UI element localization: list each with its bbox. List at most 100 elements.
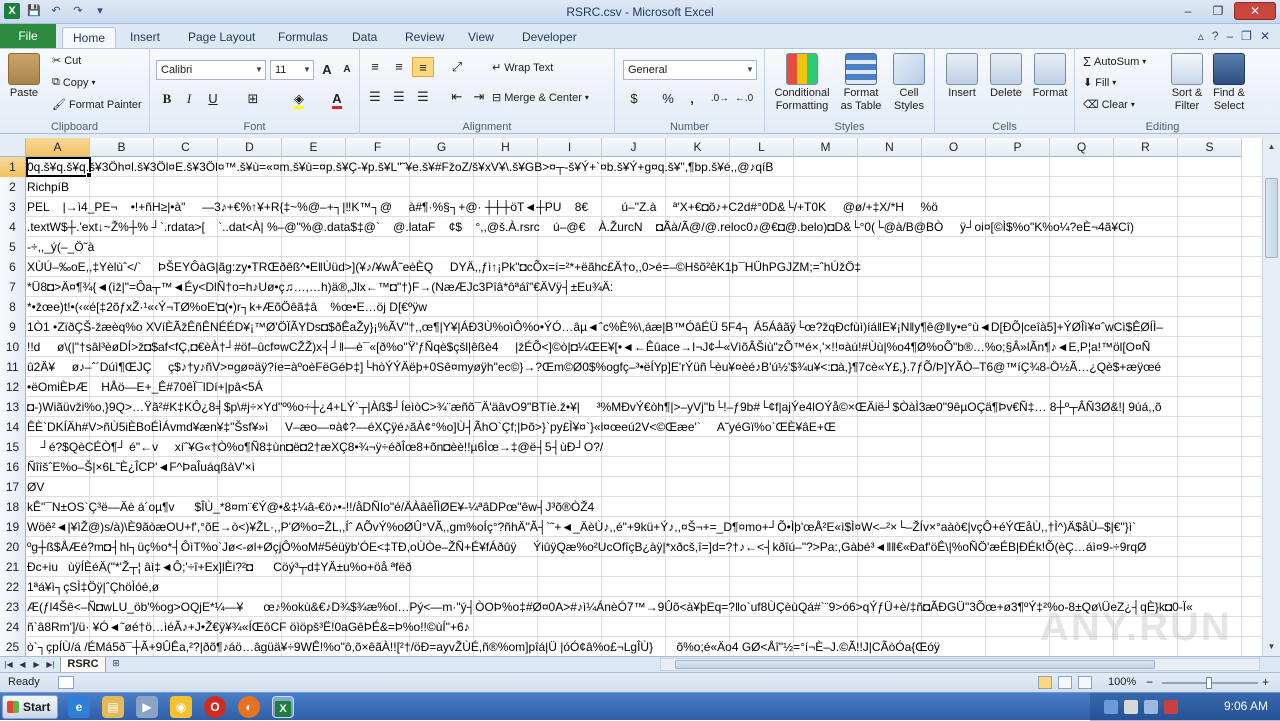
row-header[interactable]: 10 [0, 337, 26, 357]
page-layout-view-icon[interactable] [1058, 676, 1072, 689]
restore-button[interactable]: ❐ [1204, 2, 1232, 20]
grow-font-button[interactable]: A [316, 60, 338, 80]
tab-review[interactable]: Review [395, 27, 454, 48]
column-header-k[interactable]: K [666, 138, 730, 157]
orientation-icon[interactable]: ⤢ [446, 57, 468, 77]
cell-a[interactable]: Æ(ƒl4Šê<–Ñ◘wLU_öb'%og>OQjE*¼—¥ œ♪%okù&€♪… [27, 597, 1193, 617]
excel-taskbar-icon[interactable]: X [272, 696, 294, 718]
cell-a[interactable]: ◘-)Wiãüvži%o,}9Q>…Ÿã²#K‡KÔ¿8╡$p\#j÷×Yd"º… [27, 397, 1162, 417]
media-icon[interactable]: ▶ [136, 696, 158, 718]
fill-color-icon[interactable]: ◈ [288, 89, 310, 109]
borders-icon[interactable]: ⊞ [242, 89, 264, 109]
horizontal-scrollbar[interactable] [660, 658, 1260, 671]
align-center-icon[interactable]: ☰ [388, 87, 410, 107]
align-left-icon[interactable]: ☰ [364, 87, 386, 107]
spreadsheet-grid[interactable]: ABCDEFGHIJKLMNOPQRS 1 0q.š¥q.š¥q.š¥3Öh¤l.… [0, 138, 1262, 656]
sheet-tab-rsrc[interactable]: RSRC [60, 657, 106, 673]
tab-file[interactable]: File [0, 24, 56, 48]
row-header[interactable]: 13 [0, 397, 26, 417]
window-close-icon[interactable]: ✕ [1260, 29, 1270, 43]
fill-handle[interactable] [86, 172, 92, 178]
format-as-table-button[interactable]: Format as Table [837, 53, 885, 113]
help-icon[interactable]: ? [1212, 29, 1219, 43]
first-sheet-icon[interactable]: |◀ [2, 658, 15, 671]
cell-a[interactable]: 1Ò1 •ZïðÇŠ-žæèq%o XVíÈÃžÊñÊNÉÉD¥¡™Ø'ÖÏÃY… [27, 317, 1163, 337]
column-header-m[interactable]: M [794, 138, 858, 157]
cell-styles-button[interactable]: Cell Styles [887, 53, 931, 113]
tab-data[interactable]: Data [342, 27, 387, 48]
next-sheet-icon[interactable]: ▶ [30, 658, 43, 671]
row-header[interactable]: 1 [0, 157, 26, 177]
column-header-j[interactable]: J [602, 138, 666, 157]
column-header-o[interactable]: O [922, 138, 986, 157]
cell-a[interactable]: !!d ø\(|"†sâl³èøDÍ>ž◘$af<fÇ,◘€èÀ†┘#öf–ûc… [27, 337, 1150, 357]
font-size-select[interactable]: 11 ▼ [270, 60, 314, 80]
merge-center-button[interactable]: ⊟ Merge & Center ▾ [492, 91, 589, 105]
copy-button[interactable]: ⧉ Copy ▾ [52, 76, 96, 89]
row-header[interactable]: 8 [0, 297, 26, 317]
tab-page-layout[interactable]: Page Layout [178, 27, 265, 48]
folder-icon[interactable]: ▤ [102, 696, 124, 718]
cell-a[interactable]: ÑîîšˆE%o–Š|×6L˜È¿ÎCP'◄F^ÞaÎuáqßàV'×ì [27, 457, 255, 477]
cell-a[interactable]: ØV [27, 477, 44, 497]
start-button[interactable]: Start [2, 695, 58, 719]
cell-a[interactable]: *Ü8◘>Ä¤¶¾{◄(ìž|"=Ôa┬™◄Éy<DlÑ†o=h♪Uø•ç♫…,… [27, 277, 613, 297]
tab-insert[interactable]: Insert [120, 27, 170, 48]
select-all-corner[interactable] [0, 138, 26, 157]
window-minimize-icon[interactable]: – [1226, 29, 1233, 43]
ie-icon[interactable]: e [68, 696, 90, 718]
column-header-n[interactable]: N [858, 138, 922, 157]
row-header[interactable]: 6 [0, 257, 26, 277]
row-header[interactable]: 20 [0, 537, 26, 557]
column-header-q[interactable]: Q [1050, 138, 1114, 157]
number-format-select[interactable]: General ▼ [623, 60, 757, 80]
column-header-a[interactable]: A [26, 138, 90, 157]
window-restore-icon[interactable]: ❐ [1241, 29, 1252, 43]
page-break-view-icon[interactable] [1078, 676, 1092, 689]
cut-button[interactable]: ✂ Cut [52, 54, 81, 68]
fill-button[interactable]: ⬇ Fill ▾ [1083, 76, 1116, 90]
row-header[interactable]: 9 [0, 317, 26, 337]
macro-record-icon[interactable] [58, 676, 74, 689]
percent-button[interactable]: % [657, 89, 679, 109]
prev-sheet-icon[interactable]: ◀ [16, 658, 29, 671]
row-header[interactable]: 4 [0, 217, 26, 237]
vertical-scrollbar[interactable]: ▲ ▼ [1262, 138, 1280, 656]
action-center-icon[interactable] [1144, 700, 1158, 714]
column-header-l[interactable]: L [730, 138, 794, 157]
clear-button[interactable]: ⌫ Clear ▾ [1083, 98, 1135, 112]
column-header-p[interactable]: P [986, 138, 1050, 157]
minimize-button[interactable]: – [1174, 2, 1202, 20]
increase-decimal-icon[interactable]: .0→ [709, 89, 731, 109]
network-icon[interactable] [1104, 700, 1118, 714]
cell-a[interactable]: ò`┐çpÍÙ/á /ÉMá5ð¯┼Ã+9ÛÊa,²?|ðõ¶♪áö…âgüä¥… [27, 637, 940, 656]
font-family-select[interactable]: Calibri ▼ [156, 60, 266, 80]
row-header[interactable]: 19 [0, 517, 26, 537]
scroll-down-icon[interactable]: ▼ [1265, 640, 1278, 654]
row-header[interactable]: 23 [0, 597, 26, 617]
column-header-b[interactable]: B [90, 138, 154, 157]
tab-formulas[interactable]: Formulas [268, 27, 338, 48]
chrome-icon[interactable]: ◉ [170, 696, 192, 718]
row-header[interactable]: 7 [0, 277, 26, 297]
insert-cells-button[interactable]: Insert [941, 53, 983, 100]
cell-a[interactable]: Wöê²◄|¥ìŽ@)s/à)\È9ãòæOU+f',°õE→ò<)¥ŽL·,,… [27, 517, 1136, 537]
column-header-f[interactable]: F [346, 138, 410, 157]
cell-a[interactable]: -÷,,_ý(–_Ö˜à [27, 237, 94, 257]
row-header[interactable]: 11 [0, 357, 26, 377]
zoom-out-button[interactable]: − [1146, 675, 1153, 689]
cell-a[interactable]: PEL |→ì4_PE¬ •!+ñH≥|•à" —3♪+€%↑¥+R{‡~%@–… [27, 197, 938, 217]
volume-icon[interactable] [1124, 700, 1138, 714]
underline-button[interactable]: U [202, 89, 224, 109]
column-header-r[interactable]: R [1114, 138, 1178, 157]
conditional-formatting-button[interactable]: Conditional Formatting [769, 53, 835, 113]
row-header[interactable]: 12 [0, 377, 26, 397]
cell-a[interactable]: 1ªá¥ì┐çSÌ‡Öÿ|ˆÇhöÌóé,ø [27, 577, 159, 597]
tab-home[interactable]: Home [62, 27, 117, 48]
normal-view-icon[interactable] [1038, 676, 1052, 689]
row-header[interactable]: 3 [0, 197, 26, 217]
cell-a[interactable]: û2Ä¥ ø♪–ˆ´Dúì¶ŒJÇ ç$♪†y♪ñV>¤gø¤äÿ?íe=àºo… [27, 357, 1161, 377]
column-header-c[interactable]: C [154, 138, 218, 157]
find-select-button[interactable]: Find & Select [1209, 53, 1249, 113]
tab-view[interactable]: View [458, 27, 504, 48]
